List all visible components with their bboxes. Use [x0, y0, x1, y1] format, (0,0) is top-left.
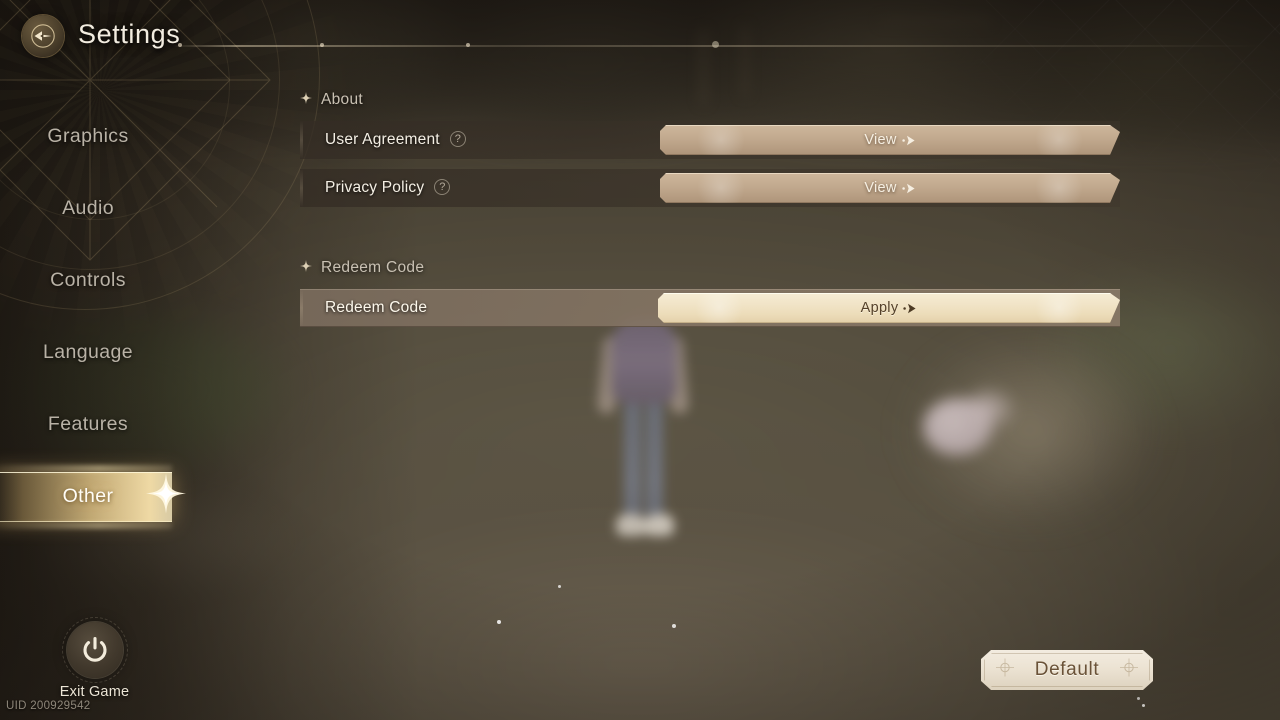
setting-row-user-agreement: User Agreement ? View	[300, 121, 1120, 159]
sparkle-dot	[558, 585, 561, 588]
section-redeem-code: Redeem Code Redeem Code Apply	[300, 256, 1120, 327]
sidebar-item-language[interactable]: Language	[0, 316, 210, 388]
plaque-ornament-icon	[994, 657, 1016, 684]
exit-game-label: Exit Game	[59, 684, 130, 700]
sidebar-item-controls[interactable]: Controls	[0, 244, 210, 316]
section-header: Redeem Code	[300, 256, 1120, 280]
settings-sidebar: Graphics Audio Controls Language Feature…	[0, 100, 210, 532]
section-title: About	[321, 91, 364, 108]
apply-redeem-code-button[interactable]: Apply	[658, 293, 1120, 323]
arrow-right-icon	[903, 303, 917, 314]
default-button[interactable]: Default	[981, 650, 1153, 690]
default-button-label: Default	[1034, 659, 1100, 680]
exit-game-button[interactable]: Exit Game	[57, 617, 132, 700]
sidebar-item-label: Features	[47, 412, 129, 435]
view-user-agreement-button[interactable]: View	[660, 125, 1120, 155]
setting-label: Privacy Policy	[325, 179, 425, 196]
sidebar-item-label: Graphics	[47, 124, 129, 147]
four-point-star-icon	[300, 91, 312, 109]
redeem-code-input[interactable]: Redeem Code	[325, 299, 427, 317]
sparkle-dot	[1137, 697, 1140, 700]
sidebar-item-label: Other	[62, 484, 114, 507]
question-mark-icon[interactable]: ?	[434, 179, 451, 195]
compass-arrow-emblem-icon	[22, 15, 64, 57]
setting-row-redeem-code[interactable]: Redeem Code Apply	[300, 289, 1120, 327]
setting-row-privacy-policy: Privacy Policy ? View	[300, 169, 1120, 207]
view-privacy-policy-button[interactable]: View	[660, 173, 1120, 203]
sidebar-item-graphics[interactable]: Graphics	[0, 100, 210, 172]
power-icon	[61, 617, 128, 683]
settings-main-panel: About User Agreement ? View Privacy Poli…	[300, 88, 1120, 337]
header-divider-dot	[712, 41, 719, 48]
sparkle-dot	[497, 620, 501, 624]
sidebar-item-audio[interactable]: Audio	[0, 172, 210, 244]
page-title: Settings	[78, 19, 181, 49]
header-bar: Settings	[0, 0, 1280, 66]
button-label: View	[864, 132, 897, 148]
header-divider-dot	[178, 43, 182, 47]
section-header: About	[300, 88, 1120, 112]
sidebar-item-label: Controls	[50, 268, 126, 291]
sidebar-item-features[interactable]: Features	[0, 388, 210, 460]
sparkle-dot	[1142, 704, 1145, 707]
setting-label: User Agreement	[325, 131, 440, 148]
sidebar-item-label: Language	[43, 340, 133, 363]
button-label: Apply	[860, 300, 899, 316]
question-mark-icon[interactable]: ?	[449, 131, 466, 147]
plaque-ornament-icon	[1118, 657, 1140, 684]
uid-text: UID 200929542	[6, 700, 91, 712]
sparkle-dot	[672, 624, 676, 628]
section-about: About User Agreement ? View Privacy Poli…	[300, 88, 1120, 207]
section-title: Redeem Code	[321, 259, 425, 276]
four-point-star-icon	[300, 259, 312, 277]
sidebar-item-label: Audio	[62, 196, 114, 219]
arrow-right-icon	[902, 135, 916, 146]
header-divider-dot	[320, 43, 324, 47]
button-label: View	[864, 180, 897, 196]
header-divider-dot	[466, 43, 470, 47]
sparkle-icon	[144, 472, 188, 521]
arrow-right-icon	[902, 183, 916, 194]
sidebar-item-other[interactable]: Other	[0, 460, 210, 532]
